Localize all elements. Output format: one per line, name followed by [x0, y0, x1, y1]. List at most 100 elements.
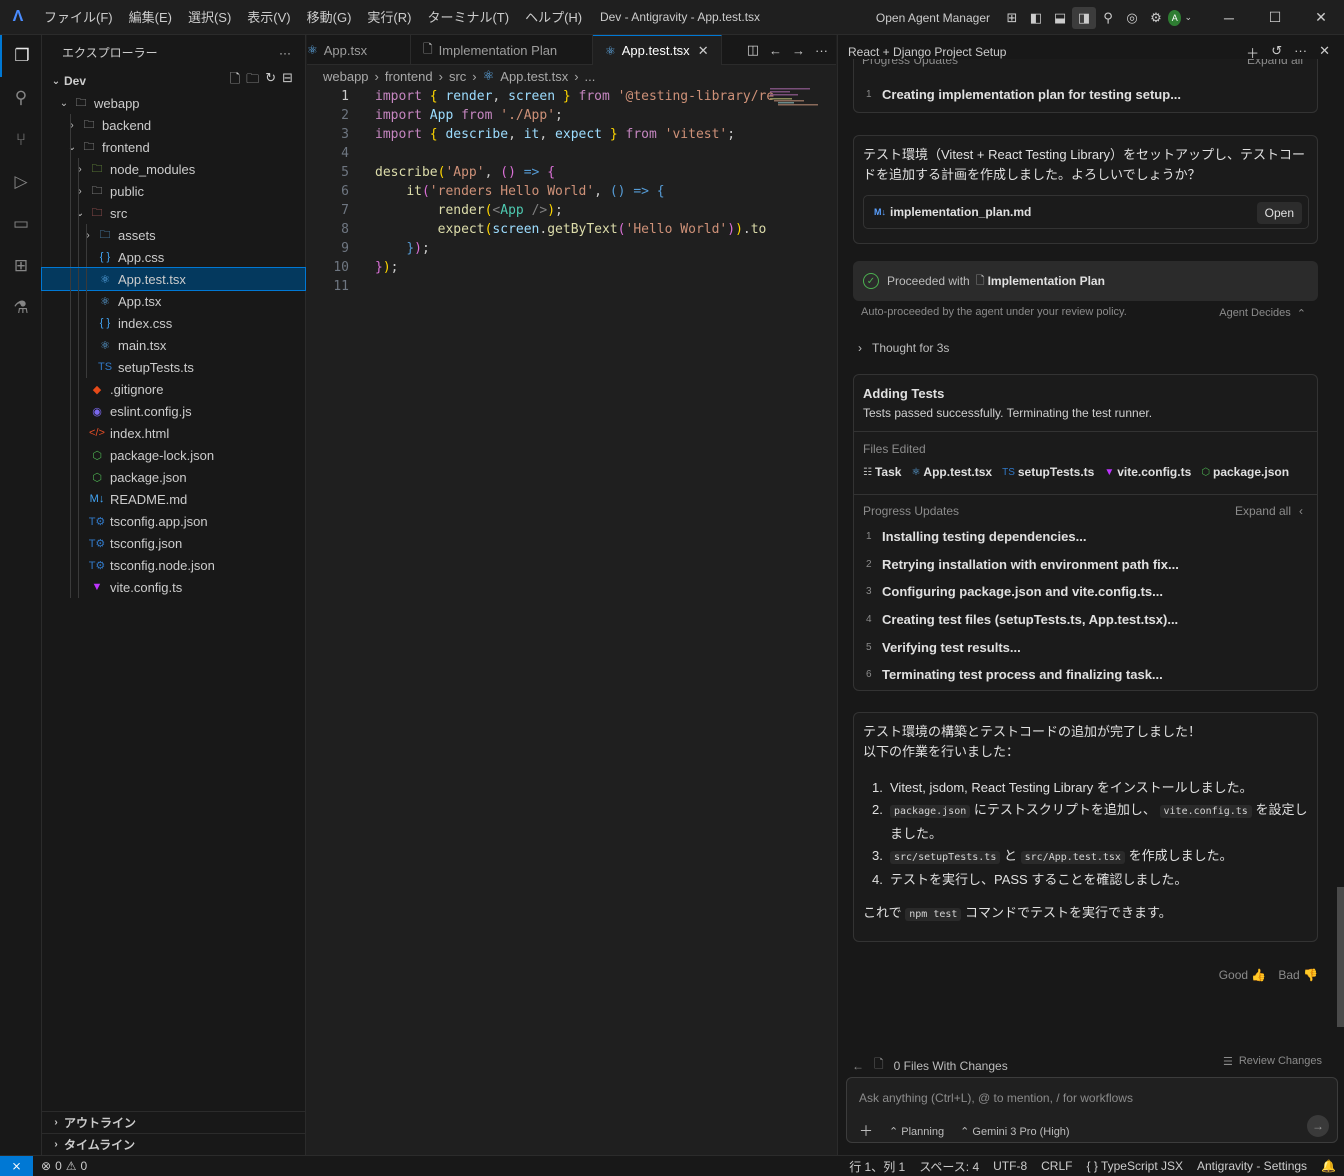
edited-file-link[interactable]: ▼ vite.config.ts	[1104, 465, 1191, 479]
editor-tab[interactable]: 🗋 Implementation Plan	[411, 35, 593, 65]
tree-file[interactable]: ◉ eslint.config.js	[42, 400, 305, 422]
review-policy-dropdown[interactable]: Agent Decides ⌃	[1219, 307, 1306, 320]
run-debug-icon[interactable]: ▷	[0, 161, 42, 203]
remote-indicator-icon[interactable]: ⨯	[0, 1155, 33, 1176]
layout-grid-icon[interactable]: ⊞	[1000, 7, 1024, 29]
tree-file[interactable]: { } index.css	[42, 312, 305, 334]
source-control-icon[interactable]: ⑂	[0, 119, 42, 161]
indentation[interactable]: スペース: 4	[919, 1158, 979, 1175]
toggle-primary-sidebar-icon[interactable]: ◧	[1024, 7, 1048, 29]
outline-section[interactable]: › アウトライン	[42, 1111, 306, 1133]
good-feedback-button[interactable]: Good 👍	[1219, 968, 1267, 982]
tree-folder[interactable]: ⌄ 🗀 frontend	[42, 136, 305, 158]
tree-file[interactable]: ⬡ package-lock.json	[42, 444, 305, 466]
cursor-position[interactable]: 行 1、列 1	[849, 1158, 905, 1175]
remote-explorer-icon[interactable]: ▭	[0, 203, 42, 245]
close-window-button[interactable]: ✕	[1298, 0, 1344, 35]
breadcrumb-item[interactable]: ...	[585, 69, 596, 84]
go-forward-icon[interactable]: →	[792, 43, 805, 58]
breadcrumb-item[interactable]: App.test.tsx	[500, 69, 568, 84]
new-file-icon[interactable]: 🗋	[230, 70, 240, 92]
menu-item[interactable]: ターミナル(T)	[419, 0, 517, 35]
tree-folder[interactable]: › 🗀 node_modules	[42, 158, 305, 180]
testing-icon[interactable]: ⚗	[0, 287, 42, 329]
tree-file[interactable]: T⚙ tsconfig.node.json	[42, 554, 305, 576]
expand-all-button[interactable]: Expand all ‹	[1235, 504, 1303, 518]
maximize-button[interactable]: ☐	[1252, 0, 1298, 35]
proceeded-target-link[interactable]: Implementation Plan	[988, 274, 1105, 288]
tree-folder[interactable]: › 🗀 backend	[42, 114, 305, 136]
breadcrumb-item[interactable]: src	[449, 69, 466, 84]
scrollbar-thumb[interactable]	[1337, 887, 1344, 1027]
new-folder-icon[interactable]: 🗀	[246, 70, 259, 92]
bell-icon[interactable]: 🔔	[1321, 1159, 1336, 1173]
go-back-icon[interactable]: ←	[769, 43, 782, 58]
tree-file[interactable]: ⚛ App.test.tsx	[41, 267, 306, 291]
menu-item[interactable]: 実行(R)	[359, 0, 419, 35]
search-icon[interactable]: ⚲	[1096, 7, 1120, 29]
tree-file[interactable]: T⚙ tsconfig.app.json	[42, 510, 305, 532]
editor-tab[interactable]: ⚛ App.tsx	[307, 35, 411, 65]
edited-file-link[interactable]: ☷ Task	[863, 465, 901, 479]
menu-item[interactable]: 選択(S)	[180, 0, 239, 35]
open-agent-manager-button[interactable]: Open Agent Manager	[876, 11, 990, 25]
minimap[interactable]	[770, 87, 836, 107]
search-icon[interactable]: ⚲	[0, 77, 42, 119]
workspace-root[interactable]: ⌄ Dev 🗋 🗀 ↻ ⊟	[42, 70, 305, 92]
encoding[interactable]: UTF-8	[993, 1159, 1027, 1173]
menu-item[interactable]: ファイル(F)	[36, 0, 121, 35]
expand-all-button[interactable]: Expand all	[1247, 59, 1303, 67]
files-with-changes[interactable]: ← 🗋 0 Files With Changes	[852, 1055, 1008, 1076]
chat-input[interactable]: Ask anything (Ctrl+L), @ to mention, / f…	[859, 1091, 1133, 1105]
account-button[interactable]: A ⌄	[1168, 7, 1192, 29]
tree-file[interactable]: ◆ .gitignore	[42, 378, 305, 400]
menu-item[interactable]: 移動(G)	[299, 0, 360, 35]
mode-selector[interactable]: ⌃ Planning	[889, 1125, 944, 1138]
line-ending[interactable]: CRLF	[1041, 1159, 1072, 1173]
toggle-panel-icon[interactable]: ⬓	[1048, 7, 1072, 29]
tree-file[interactable]: </> index.html	[42, 422, 305, 444]
tree-folder[interactable]: ⌄ 🗀 src	[42, 202, 305, 224]
bad-feedback-button[interactable]: Bad 👎	[1278, 968, 1318, 982]
tree-file[interactable]: ⚛ main.tsx	[42, 334, 305, 356]
explorer-icon[interactable]: ❐	[0, 35, 42, 77]
tree-file[interactable]: T⚙ tsconfig.json	[42, 532, 305, 554]
tree-file[interactable]: ▼ vite.config.ts	[42, 576, 305, 598]
tree-file[interactable]: ⬡ package.json	[42, 466, 305, 488]
settings-status[interactable]: Antigravity - Settings	[1197, 1159, 1307, 1173]
edited-file-link[interactable]: ⬡ package.json	[1201, 465, 1289, 479]
edited-file-link[interactable]: ⚛ App.test.tsx	[911, 465, 992, 479]
menu-item[interactable]: 表示(V)	[239, 0, 298, 35]
code-editor[interactable]: 1 import { render, screen } from '@testin…	[307, 87, 836, 296]
thought-toggle[interactable]: › Thought for 3s	[858, 341, 949, 355]
tree-folder[interactable]: › 🗀 public	[42, 180, 305, 202]
collapse-all-icon[interactable]: ⊟	[282, 70, 293, 92]
more-actions-icon[interactable]: ···	[279, 46, 291, 60]
gear-icon[interactable]: ⚙	[1144, 7, 1168, 29]
review-changes-button[interactable]: ☰ Review Changes	[1223, 1055, 1322, 1068]
timeline-section[interactable]: › タイムライン	[42, 1133, 306, 1155]
send-button[interactable]: →	[1307, 1115, 1329, 1137]
menu-item[interactable]: 編集(E)	[121, 0, 180, 35]
language-mode[interactable]: { } TypeScript JSX	[1086, 1159, 1183, 1173]
breadcrumb-item[interactable]: frontend	[385, 69, 433, 84]
close-icon[interactable]: ✕	[1319, 43, 1330, 62]
open-plan-button[interactable]: Open	[1256, 202, 1302, 224]
editor-tab[interactable]: ⚛ App.test.tsx ✕	[593, 35, 722, 65]
model-selector[interactable]: ⌃ Gemini 3 Pro (High)	[960, 1125, 1069, 1138]
minimize-button[interactable]: ─	[1206, 0, 1252, 35]
tree-file[interactable]: TS setupTests.ts	[42, 356, 305, 378]
refresh-icon[interactable]: ↻	[265, 70, 276, 92]
edited-file-link[interactable]: TS setupTests.ts	[1002, 465, 1094, 479]
close-tab-icon[interactable]: ✕	[698, 43, 709, 59]
problems-indicator[interactable]: ⊗ 0 ⚠ 0	[41, 1159, 87, 1173]
tree-file[interactable]: M↓ README.md	[42, 488, 305, 510]
add-context-icon[interactable]: ＋	[859, 1121, 873, 1141]
breadcrumb-item[interactable]: webapp	[323, 69, 369, 84]
extensions-icon[interactable]: ⊞	[0, 245, 42, 287]
toggle-secondary-sidebar-icon[interactable]: ◨	[1072, 6, 1096, 29]
plan-file-attachment[interactable]: M↓ implementation_plan.md Open	[863, 195, 1309, 229]
chrome-icon[interactable]: ◎	[1120, 7, 1144, 29]
tree-file[interactable]: { } App.css	[42, 246, 305, 268]
more-actions-icon[interactable]: ···	[815, 43, 828, 58]
